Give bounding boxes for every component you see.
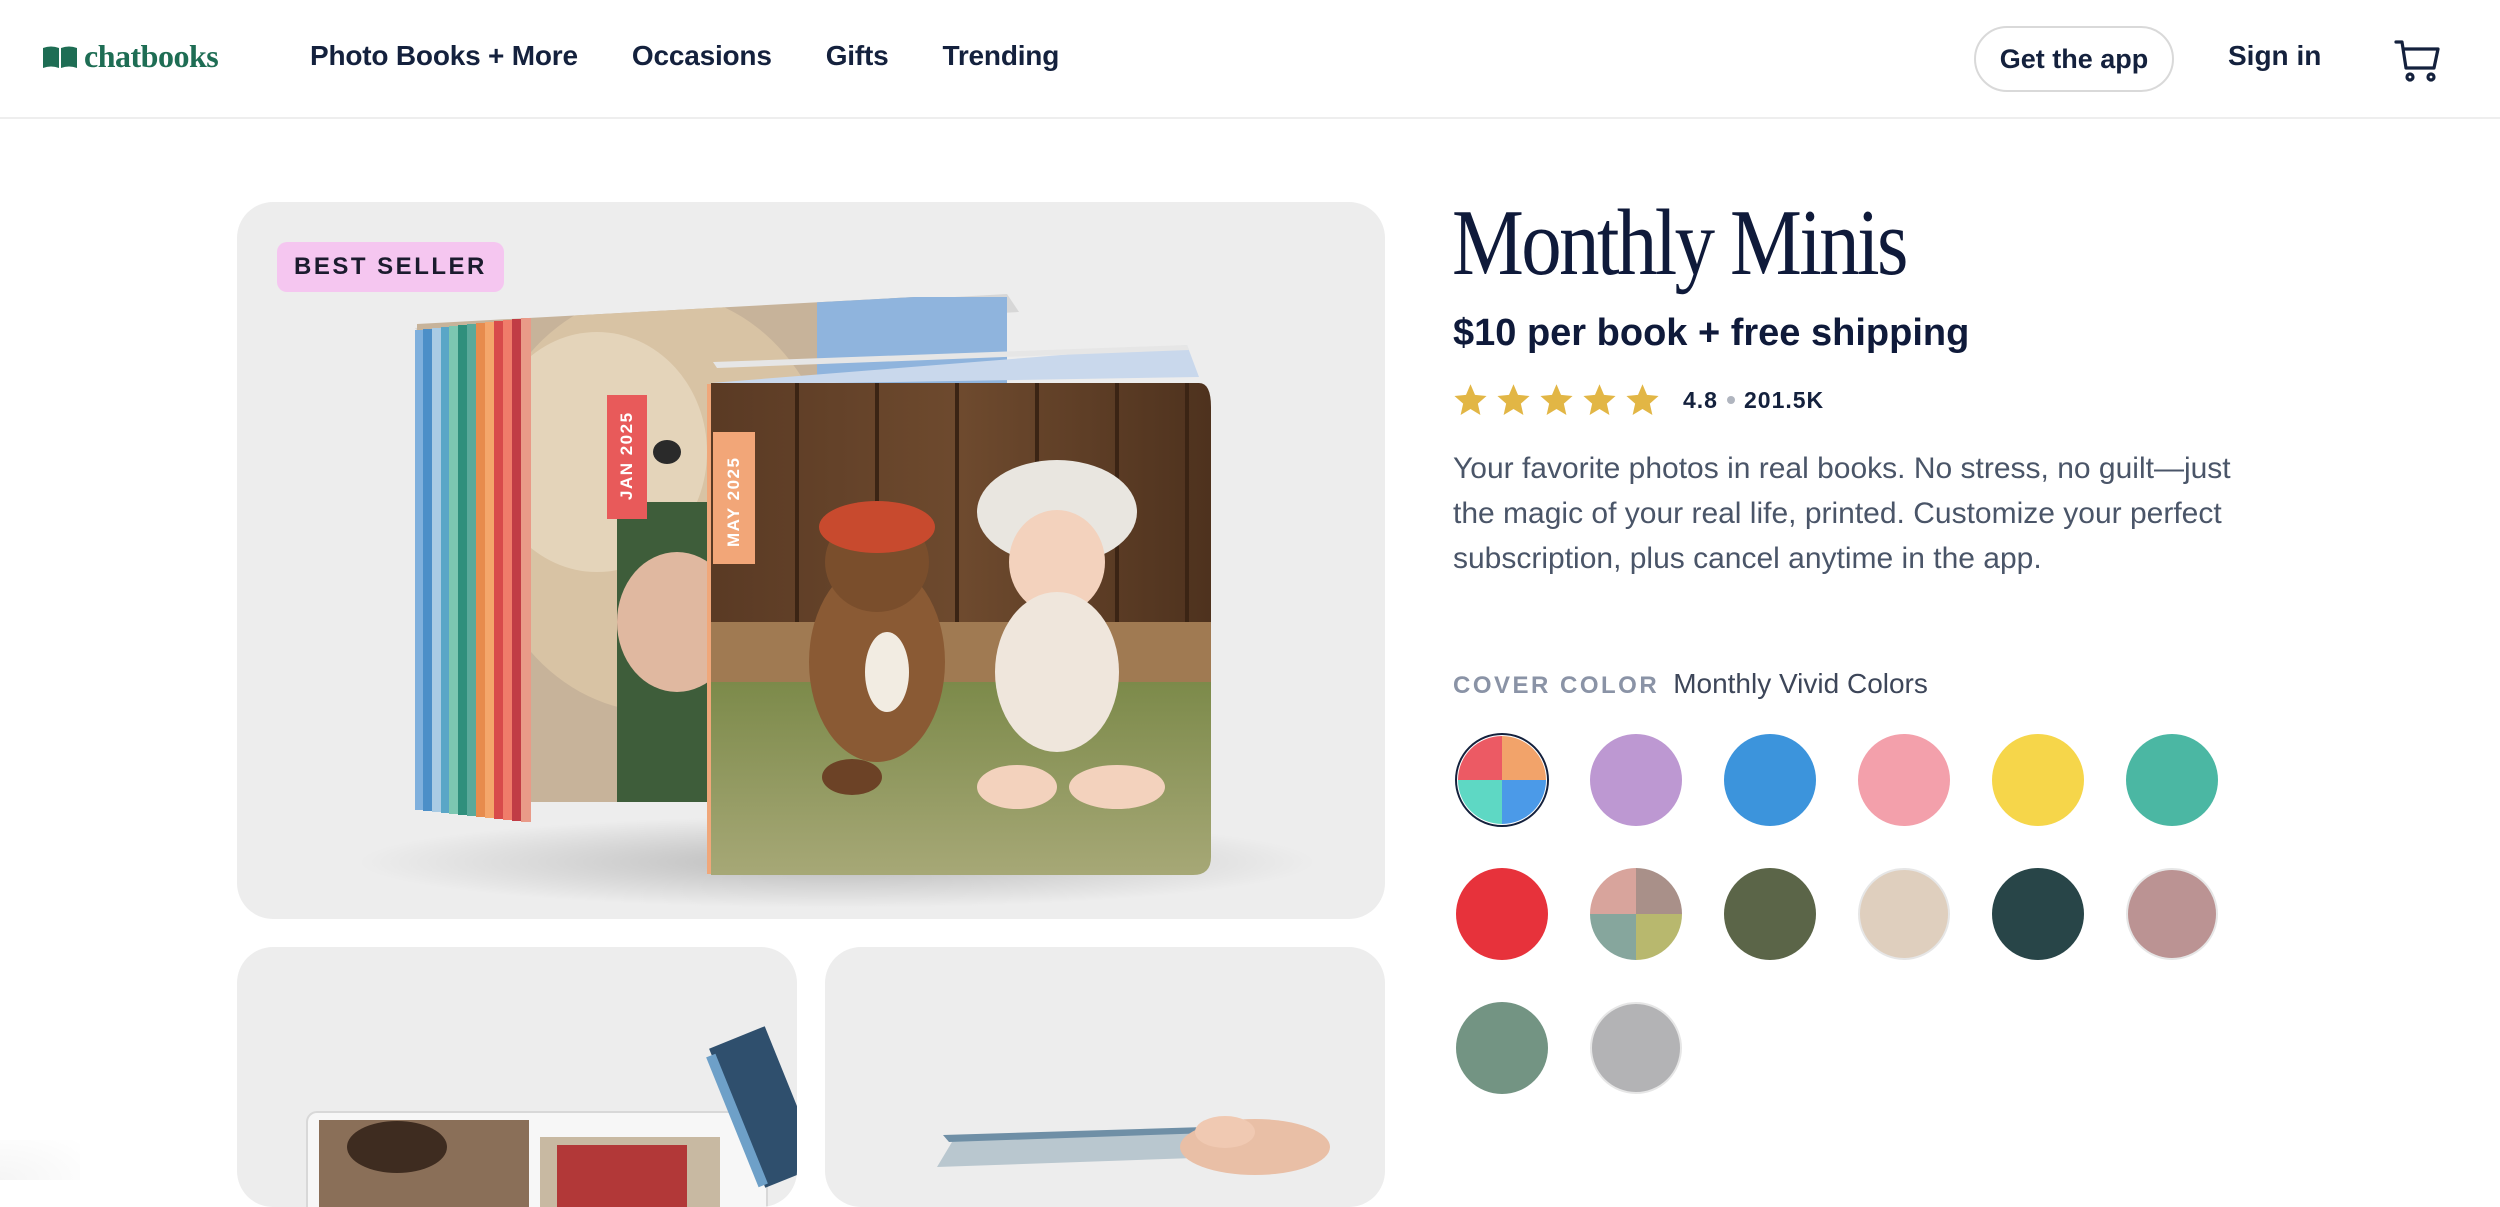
sign-in-link[interactable]: Sign in — [2228, 40, 2321, 72]
book-logo-icon — [43, 46, 77, 68]
hand-holding-book-photo — [937, 1116, 1330, 1175]
best-seller-badge: BEST SELLER — [277, 242, 504, 292]
product-description: Your favorite photos in real books. No s… — [1453, 452, 2231, 575]
rating-value: 4.8 — [1683, 386, 1718, 413]
chatbooks-logo[interactable]: chatbooks — [42, 38, 219, 75]
product-hero-image[interactable]: JAN 2025 MAY 2025 BEST SELLER — [237, 202, 1385, 919]
get-the-app-button[interactable]: Get the app — [1974, 26, 2174, 92]
nav-gifts[interactable]: Gifts — [826, 40, 889, 72]
nav-trending[interactable]: Trending — [942, 40, 1059, 72]
nav-occasions[interactable]: Occasions — [632, 40, 772, 72]
may-spine-label: MAY 2025 — [724, 457, 743, 547]
swatch-dark-teal[interactable] — [1992, 868, 2084, 960]
product-rating[interactable]: 4.8 201.5K — [1452, 382, 1824, 418]
star-icon — [1454, 384, 1487, 415]
swatch-pink[interactable] — [1858, 734, 1950, 826]
product-title: Monthly Minis — [1452, 191, 1908, 295]
cover-color-heading: COVER COLOR Monthly Vivid Colors — [1453, 668, 1928, 700]
swatch-muted-mix[interactable] — [1590, 868, 1682, 960]
swatch-yellow[interactable] — [1992, 734, 2084, 826]
review-count: 201.5K — [1743, 386, 1825, 413]
swatch-gray[interactable] — [1590, 1002, 1682, 1094]
swatch-sage[interactable] — [1456, 1002, 1548, 1094]
gallery-thumbnail-1[interactable] — [237, 947, 797, 1207]
swatch-sand[interactable] — [1858, 868, 1950, 960]
main-nav: Photo Books + More Occasions Gifts Trend… — [310, 40, 1113, 72]
top-navigation-bar: chatbooks Photo Books + More Occasions G… — [0, 0, 2500, 119]
jan-spine-label: JAN 2025 — [617, 411, 636, 500]
cart-icon[interactable] — [2394, 36, 2442, 84]
swatch-red[interactable] — [1456, 868, 1548, 960]
star-icon — [1540, 384, 1573, 415]
open-book-photo — [306, 1026, 797, 1207]
star-icon — [1583, 384, 1616, 415]
star-icon — [1497, 384, 1530, 415]
nav-photo-books-more[interactable]: Photo Books + More — [310, 40, 578, 72]
swatch-teal[interactable] — [2126, 734, 2218, 826]
cover-color-label: COVER COLOR — [1453, 672, 1660, 699]
rating-stars — [1452, 382, 1661, 418]
swatch-lavender[interactable] — [1590, 734, 1682, 826]
rating-separator-dot — [1726, 396, 1735, 404]
gallery-thumbnail-2[interactable] — [825, 947, 1385, 1207]
swatch-mauve[interactable] — [2126, 868, 2218, 960]
page-edge-shadow — [0, 1140, 80, 1180]
logo-wordmark: chatbooks — [84, 38, 219, 74]
swatch-monthly-vivid-colors[interactable] — [1455, 733, 1549, 827]
cover-color-swatches — [1455, 733, 2266, 1094]
product-price: $10 per book + free shipping — [1453, 312, 1970, 354]
star-icon — [1626, 384, 1659, 415]
swatch-blue[interactable] — [1724, 734, 1816, 826]
cover-color-value: Monthly Vivid Colors — [1673, 668, 1928, 699]
book-spines — [415, 318, 531, 822]
swatch-olive[interactable] — [1724, 868, 1816, 960]
stacked-mini-books-illustration: JAN 2025 MAY 2025 — [357, 292, 1317, 908]
